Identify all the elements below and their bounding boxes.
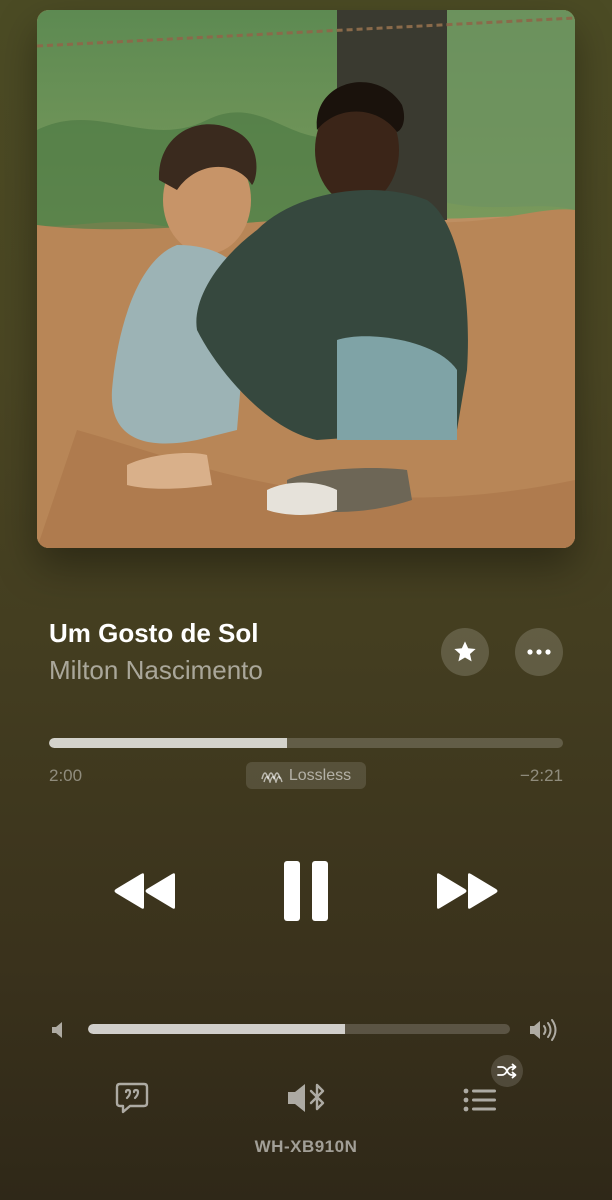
song-title: Um Gosto de Sol bbox=[49, 618, 259, 648]
lossless-label: Lossless bbox=[288, 766, 352, 784]
shuffle-icon bbox=[497, 1063, 517, 1079]
speaker-low-icon bbox=[50, 1019, 70, 1041]
ellipsis-icon bbox=[527, 649, 551, 655]
lossless-wave-icon bbox=[261, 771, 283, 783]
pause-icon bbox=[284, 861, 328, 921]
star-icon bbox=[454, 641, 476, 662]
album-artwork-image bbox=[37, 10, 575, 548]
forward-icon bbox=[437, 873, 498, 909]
forward-button[interactable] bbox=[434, 868, 502, 914]
shuffle-indicator[interactable] bbox=[491, 1055, 523, 1087]
volume-level-fill bbox=[88, 1024, 346, 1034]
rewind-button[interactable] bbox=[110, 868, 178, 914]
favorite-button[interactable] bbox=[441, 628, 489, 676]
remaining-time: −2:21 bbox=[519, 766, 563, 785]
queue-list-icon bbox=[463, 1088, 496, 1112]
volume-slider[interactable] bbox=[88, 1024, 510, 1034]
output-device-name: WH-XB910N bbox=[254, 1137, 358, 1156]
album-artwork[interactable] bbox=[37, 10, 575, 548]
pause-button[interactable] bbox=[278, 858, 334, 924]
lyrics-button[interactable] bbox=[112, 1078, 152, 1118]
playback-progress-fill bbox=[49, 738, 287, 748]
audio-output-button[interactable] bbox=[282, 1078, 332, 1118]
more-options-button[interactable] bbox=[515, 628, 563, 676]
lyrics-bubble-icon bbox=[115, 1082, 149, 1114]
elapsed-time: 2:00 bbox=[49, 766, 83, 785]
lossless-badge[interactable]: Lossless bbox=[246, 762, 366, 789]
bluetooth-speaker-icon bbox=[288, 1083, 325, 1112]
backward-icon bbox=[114, 873, 175, 909]
speaker-high-icon bbox=[528, 1017, 562, 1043]
artist-name[interactable]: Milton Nascimento bbox=[49, 655, 263, 686]
playback-scrubber[interactable] bbox=[49, 738, 563, 748]
queue-button[interactable] bbox=[458, 1080, 502, 1120]
